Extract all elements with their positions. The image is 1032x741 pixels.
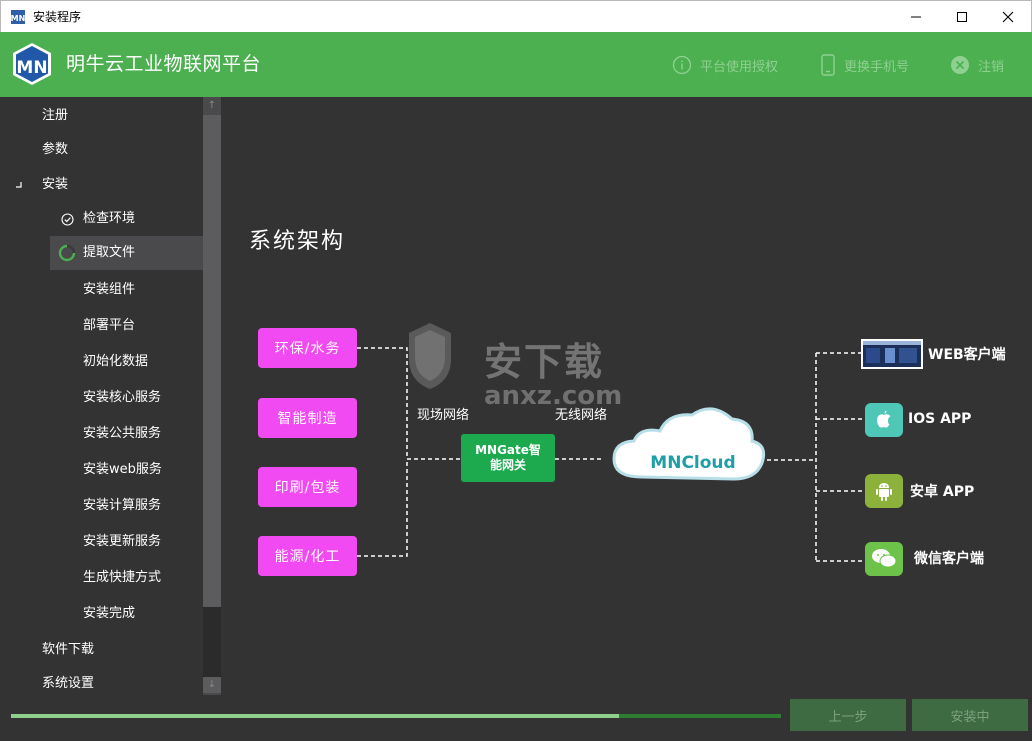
sidebar-item-label: 软件下载 xyxy=(42,642,95,657)
check-circle-icon xyxy=(61,213,74,226)
phone-icon xyxy=(821,54,835,76)
maximize-icon xyxy=(957,12,967,22)
cloud-label: MNCloud xyxy=(650,453,736,473)
loading-spinner-icon xyxy=(58,244,76,262)
platform-license-link[interactable]: 平台使用授权 xyxy=(672,54,778,76)
sidebar-item-label: 安装组件 xyxy=(83,282,136,297)
watermark-url: anxz.com xyxy=(484,381,623,411)
app-icon: MN xyxy=(11,10,26,24)
maximize-button[interactable] xyxy=(939,1,985,33)
wireless-network-label: 无线网络 xyxy=(555,408,608,423)
sidebar-item-install-components[interactable]: 安装组件 xyxy=(0,273,203,307)
sidebar-item-compute-service[interactable]: 安装计算服务 xyxy=(0,489,203,523)
main-content: 系统架构 安下载 anxz.com 环保/水务 智能制造 印刷/包装 能源/化工… xyxy=(222,97,1032,695)
industry-energy-chemical: 能源/化工 xyxy=(258,536,357,576)
sidebar-item-label: 安装完成 xyxy=(83,606,136,621)
install-progress-bar xyxy=(11,714,781,718)
sidebar-item-public-service[interactable]: 安装公共服务 xyxy=(0,417,203,451)
window-title: 安装程序 xyxy=(33,10,82,24)
svg-text:MN: MN xyxy=(11,14,26,23)
sidebar-item-params[interactable]: 参数 xyxy=(0,133,203,167)
sidebar-item-label: 安装web服务 xyxy=(83,462,162,477)
sidebar-item-label: 安装 xyxy=(42,177,69,192)
minimize-button[interactable] xyxy=(893,1,939,33)
sidebar-item-label: 生成快捷方式 xyxy=(83,570,162,585)
sidebar-item-label: 系统设置 xyxy=(42,676,95,691)
title-bar: MN 安装程序 xyxy=(0,0,1032,32)
web-preview-icon xyxy=(863,341,921,363)
close-circle-icon xyxy=(951,56,969,74)
wechat-icon xyxy=(865,542,903,576)
sidebar-item-label: 参数 xyxy=(42,142,69,157)
logout-link[interactable]: 注销 xyxy=(950,54,1004,76)
sidebar-item-software-download[interactable]: 软件下载 xyxy=(0,633,203,667)
sidebar-item-init-data[interactable]: 初始化数据 xyxy=(0,345,203,379)
sidebar-item-label: 安装核心服务 xyxy=(83,390,162,405)
client-android-label: 安卓 APP xyxy=(910,484,975,500)
sidebar-item-register[interactable]: 注册 xyxy=(0,99,203,133)
sidebar-item-label: 安装公共服务 xyxy=(83,426,162,441)
scrollbar-track[interactable] xyxy=(203,607,221,677)
industry-printing-packaging: 印刷/包装 xyxy=(258,467,357,507)
sidebar-item-update-service[interactable]: 安装更新服务 xyxy=(0,525,203,559)
app-header: MN 明牛云工业物联网平台 平台使用授权 更换手机号 注销 xyxy=(0,32,1032,97)
installer-window: MN 安装程序 MN 明牛云工业物联网平台 平台使用授权 更换手机号 注销 注册… xyxy=(0,0,1032,741)
minimize-icon xyxy=(911,16,921,18)
gateway-label-line2: 能网关 xyxy=(489,458,526,472)
install-progress-fill xyxy=(11,714,620,718)
industry-env-water: 环保/水务 xyxy=(258,328,357,368)
sidebar-item-label: 提取文件 xyxy=(83,245,136,260)
watermark-shield-icon xyxy=(409,323,451,389)
previous-step-button[interactable]: 上一步 xyxy=(790,699,906,731)
mn-logo: MN xyxy=(13,43,51,85)
sidebar-item-label: 初始化数据 xyxy=(83,354,149,369)
sidebar-item-label: 安装更新服务 xyxy=(83,534,162,549)
svg-text:MN: MN xyxy=(16,58,47,78)
platform-license-label: 平台使用授权 xyxy=(700,59,779,75)
industry-smart-manufacturing: 智能制造 xyxy=(258,398,357,438)
sidebar-item-label: 检查环境 xyxy=(83,211,136,226)
scroll-down-arrow-icon[interactable]: ↓ xyxy=(203,677,221,693)
sidebar-item-deploy-platform[interactable]: 部署平台 xyxy=(0,309,203,343)
sidebar-item-create-shortcut[interactable]: 生成快捷方式 xyxy=(0,561,203,595)
web-screenshot-icon xyxy=(861,339,923,369)
app-title: 明牛云工业物联网平台 xyxy=(66,53,262,75)
footer-bar: 上一步 安装中 xyxy=(0,695,1032,741)
watermark-text: 安下载 xyxy=(484,340,605,384)
sidebar-item-web-service[interactable]: 安装web服务 xyxy=(0,453,203,487)
change-phone-label: 更换手机号 xyxy=(844,59,910,75)
architecture-diagram xyxy=(357,323,865,562)
sidebar-item-core-service[interactable]: 安装核心服务 xyxy=(0,381,203,415)
client-ios-label: IOS APP xyxy=(908,411,972,427)
installing-button[interactable]: 安装中 xyxy=(912,699,1028,731)
change-phone-link[interactable]: 更换手机号 xyxy=(820,54,909,76)
client-wechat-label: 微信客户端 xyxy=(914,551,984,567)
sidebar-item-check-env[interactable]: 检查环境 xyxy=(0,202,203,236)
scrollbar-thumb[interactable] xyxy=(203,115,221,607)
apple-icon xyxy=(865,403,903,437)
sidebar: 注册 参数 安装 检查环境 提取文件 安装组件 部署平台 初始化数据 安装核心服… xyxy=(0,97,222,695)
gateway-label-line1: MNGate智 xyxy=(475,443,541,457)
client-web-label: WEB客户端 xyxy=(928,347,1006,363)
close-icon xyxy=(1002,11,1014,23)
sidebar-item-install[interactable]: 安装 xyxy=(0,168,203,202)
mngate-gateway-box: MNGate智 能网关 xyxy=(461,434,555,482)
logout-label: 注销 xyxy=(978,59,1005,75)
sidebar-item-label: 安装计算服务 xyxy=(83,498,162,513)
sidebar-item-label: 注册 xyxy=(42,108,69,123)
field-network-label: 现场网络 xyxy=(417,408,470,423)
info-circle-icon xyxy=(672,55,692,75)
sidebar-item-extract-files[interactable]: 提取文件 xyxy=(50,236,203,270)
sidebar-item-install-complete[interactable]: 安装完成 xyxy=(0,597,203,631)
expand-arrow-icon[interactable] xyxy=(15,181,22,188)
close-button[interactable] xyxy=(985,1,1031,33)
sidebar-item-label: 部署平台 xyxy=(83,318,136,333)
android-icon xyxy=(865,474,903,508)
scroll-up-arrow-icon[interactable]: ↑ xyxy=(203,98,221,114)
